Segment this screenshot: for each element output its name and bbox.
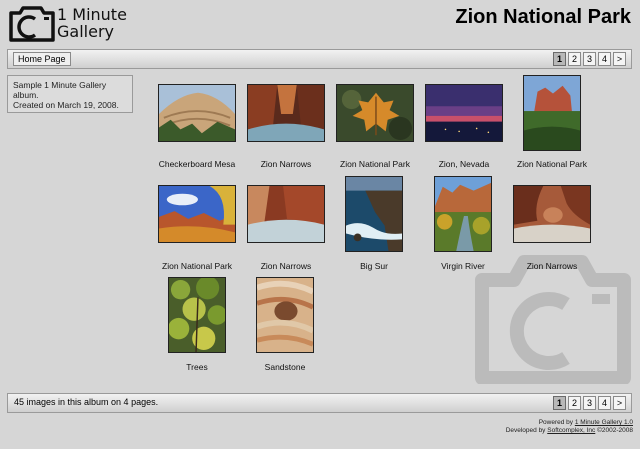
thumbnail-zion-narrows-1[interactable] bbox=[247, 84, 325, 142]
powered-by-prefix: Powered by bbox=[538, 419, 575, 426]
camera-watermark-icon bbox=[475, 255, 631, 384]
credits: Powered by 1 Minute Gallery 1.0 Develope… bbox=[506, 419, 633, 435]
page-link-1[interactable]: 1 bbox=[553, 52, 566, 66]
top-pager: 1 2 3 4 > bbox=[553, 52, 626, 66]
header: 1 Minute Gallery Zion National Park bbox=[0, 0, 640, 48]
camera-icon bbox=[9, 6, 55, 42]
thumbnail-sandstone[interactable] bbox=[256, 277, 314, 353]
developed-by-line: Developed by Softcomplex, Inc ©2002-2008 bbox=[506, 427, 633, 435]
caption-sandstone: Sandstone bbox=[264, 362, 306, 372]
page-link-4[interactable]: 4 bbox=[598, 396, 611, 410]
album-image-count: 45 images in this album on 4 pages. bbox=[14, 397, 159, 407]
caption-zion-narrows-3: Zion Narrows bbox=[526, 261, 578, 271]
description-line1: Sample 1 Minute Gallery album. bbox=[13, 80, 107, 100]
thumbnail-zion-nevada[interactable] bbox=[425, 84, 503, 142]
powered-by-line: Powered by 1 Minute Gallery 1.0 bbox=[506, 419, 633, 427]
thumbnail-virgin-river[interactable] bbox=[434, 176, 492, 252]
thumbnail-zion-narrows-3[interactable] bbox=[513, 185, 591, 243]
page-link-4[interactable]: 4 bbox=[598, 52, 611, 66]
caption-zion-nevada: Zion, Nevada bbox=[438, 159, 490, 169]
description-line2: Created on March 19, 2008. bbox=[13, 100, 119, 110]
thumbnail-zion-national-park-2[interactable] bbox=[523, 75, 581, 151]
developed-by-prefix: Developed by bbox=[505, 427, 548, 434]
next-page-link[interactable]: > bbox=[613, 396, 626, 410]
next-page-link[interactable]: > bbox=[613, 52, 626, 66]
caption-zion-narrows-1: Zion Narrows bbox=[260, 159, 312, 169]
thumbnail-zion-national-park-3[interactable] bbox=[158, 185, 236, 243]
caption-big-sur: Big Sur bbox=[360, 261, 388, 271]
page-link-2[interactable]: 2 bbox=[568, 396, 581, 410]
copyright-text: ©2002-2008 bbox=[595, 427, 633, 434]
bottom-pager: 1 2 3 4 > bbox=[553, 396, 626, 410]
thumbnail-trees[interactable] bbox=[168, 277, 226, 353]
bottom-nav-bar: 45 images in this album on 4 pages. 1 2 … bbox=[7, 393, 632, 413]
page-link-3[interactable]: 3 bbox=[583, 396, 596, 410]
caption-trees: Trees bbox=[186, 362, 208, 372]
caption-checkerboard-mesa: Checkerboard Mesa bbox=[158, 159, 236, 169]
page-link-2[interactable]: 2 bbox=[568, 52, 581, 66]
caption-zion-national-park-2: Zion National Park bbox=[517, 159, 587, 169]
logo-line1: 1 Minute bbox=[57, 5, 127, 24]
page-link-1[interactable]: 1 bbox=[553, 396, 566, 410]
caption-zion-national-park-3: Zion National Park bbox=[162, 261, 232, 271]
home-page-button[interactable]: Home Page bbox=[13, 52, 71, 66]
caption-zion-national-park-1: Zion National Park bbox=[340, 159, 410, 169]
caption-virgin-river: Virgin River bbox=[441, 261, 485, 271]
thumbnail-zion-narrows-2[interactable] bbox=[247, 185, 325, 243]
logo-text: 1 Minute Gallery bbox=[57, 6, 127, 40]
powered-by-link[interactable]: 1 Minute Gallery 1.0 bbox=[575, 419, 633, 426]
album-description: Sample 1 Minute Gallery album. Created o… bbox=[7, 75, 133, 113]
page-link-3[interactable]: 3 bbox=[583, 52, 596, 66]
caption-zion-narrows-2: Zion Narrows bbox=[260, 261, 312, 271]
developer-link[interactable]: Softcomplex, Inc bbox=[547, 427, 595, 434]
thumbnail-big-sur[interactable] bbox=[345, 176, 403, 252]
album-title: Zion National Park bbox=[455, 6, 631, 28]
logo-line2: Gallery bbox=[57, 22, 114, 41]
top-nav-bar: Home Page 1 2 3 4 > bbox=[7, 49, 632, 69]
thumbnail-zion-national-park-1[interactable] bbox=[336, 84, 414, 142]
thumbnail-checkerboard-mesa[interactable] bbox=[158, 84, 236, 142]
